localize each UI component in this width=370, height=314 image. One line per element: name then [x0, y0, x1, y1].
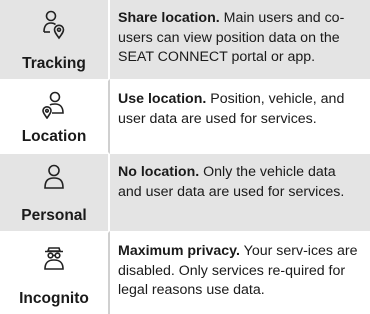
mode-description: Use location. Position, vehicle, and use… — [110, 79, 370, 154]
description-title: Use location. — [118, 91, 207, 107]
description-title: No location. — [118, 164, 200, 180]
mode-description: No location. Only the vehicle data and u… — [110, 154, 370, 231]
mode-label: Incognito — [19, 290, 89, 307]
mode-description: Maximum privacy. Your serv-ices are disa… — [110, 231, 370, 314]
person-icon — [43, 164, 65, 190]
description-title: Share location. — [118, 10, 220, 26]
mode-cell: Tracking — [0, 0, 110, 79]
description-title: Maximum privacy. — [118, 243, 240, 259]
mode-label: Tracking — [22, 55, 86, 72]
person-location-pin-icon — [42, 10, 66, 40]
mode-cell: Incognito — [0, 231, 110, 314]
mode-label: Location — [21, 128, 87, 145]
mode-cell: Personal — [0, 154, 110, 231]
mode-cell: Location — [0, 79, 110, 154]
person-map-pin-icon — [41, 91, 67, 119]
mode-description: Share location. Main users and co-users … — [110, 0, 370, 79]
privacy-modes-table: Tracking Share location. Main users and … — [0, 0, 370, 314]
mode-label: Personal — [21, 207, 87, 224]
incognito-person-icon — [43, 243, 65, 271]
